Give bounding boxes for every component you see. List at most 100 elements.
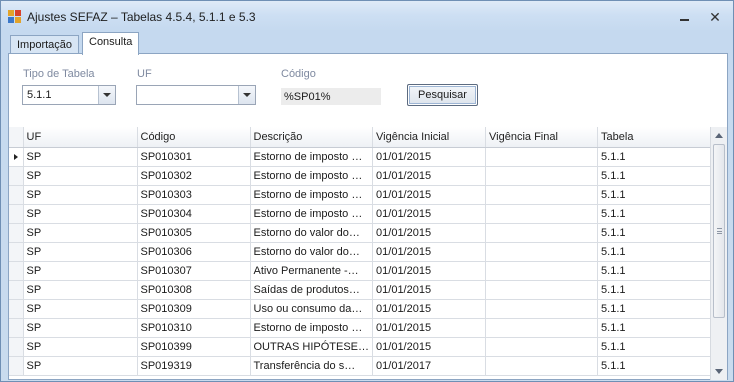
scroll-up-icon[interactable] (715, 133, 723, 138)
cell-tabela[interactable]: 5.1.1 (597, 337, 721, 357)
cell-tabela[interactable]: 5.1.1 (597, 356, 721, 376)
cell-codigo[interactable]: SP010306 (137, 242, 251, 262)
table-row[interactable]: SP SP010307 Ativo Permanente -… 01/01/2015 5… (9, 261, 721, 281)
title-bar[interactable]: Ajustes SEFAZ – Tabelas 4.5.4, 5.1.1 e 5… (1, 1, 733, 31)
row-selector[interactable] (9, 166, 24, 186)
row-selector[interactable] (9, 337, 24, 357)
scroll-thumb[interactable] (713, 144, 725, 318)
cell-tabela[interactable]: 5.1.1 (597, 185, 721, 205)
cell-vigencia-final[interactable] (485, 318, 599, 338)
cell-tabela[interactable]: 5.1.1 (597, 166, 721, 186)
uf-select[interactable] (136, 85, 256, 105)
column-header-vigencia-final[interactable]: Vigência Final (485, 127, 599, 148)
cell-tabela[interactable]: 5.1.1 (597, 280, 721, 300)
cell-vigencia-final[interactable] (485, 242, 599, 262)
row-selector[interactable] (9, 261, 24, 281)
cell-vigencia-inicial[interactable]: 01/01/2015 (372, 223, 487, 243)
cell-descricao[interactable]: Estorno de imposto … (250, 318, 374, 338)
table-row[interactable]: SP SP010306 Estorno do valor do… 01/01/2015… (9, 242, 721, 262)
cell-vigencia-final[interactable] (485, 166, 599, 186)
row-selector[interactable] (9, 318, 24, 338)
cell-uf[interactable]: SP (23, 356, 138, 376)
cell-codigo[interactable]: SP010309 (137, 299, 251, 319)
cell-codigo[interactable]: SP010308 (137, 280, 251, 300)
chevron-down-icon[interactable] (98, 86, 115, 104)
cell-vigencia-inicial[interactable]: 01/01/2015 (372, 280, 487, 300)
cell-vigencia-inicial[interactable]: 01/01/2015 (372, 299, 487, 319)
cell-vigencia-final[interactable] (485, 185, 599, 205)
cell-uf[interactable]: SP (23, 318, 138, 338)
cell-descricao[interactable]: Saídas de produtos… (250, 280, 374, 300)
table-row[interactable]: SP SP010304 Estorno de imposto … 01/01/2015… (9, 204, 721, 224)
cell-codigo[interactable]: SP010302 (137, 166, 251, 186)
cell-uf[interactable]: SP (23, 204, 138, 224)
tab-consulta[interactable]: Consulta (82, 32, 140, 55)
table-row[interactable]: SP SP010305 Estorno do valor do… 01/01/2015… (9, 223, 721, 243)
tab-importacao[interactable]: Importação (10, 35, 80, 54)
tipo-tabela-select[interactable]: 5.1.1 (22, 85, 116, 105)
cell-uf[interactable]: SP (23, 337, 138, 357)
row-selector[interactable] (9, 242, 24, 262)
cell-descricao[interactable]: Uso ou consumo da… (250, 299, 374, 319)
column-header-vigencia-inicial[interactable]: Vigência Inicial (372, 127, 487, 148)
row-selector[interactable] (9, 223, 24, 243)
table-row[interactable]: SP SP010310 Estorno de imposto … 01/01/2015… (9, 318, 721, 338)
table-row[interactable]: SP SP010309 Uso ou consumo da… 01/01/2015 5.… (9, 299, 721, 319)
cell-vigencia-final[interactable] (485, 261, 599, 281)
row-selector[interactable] (9, 185, 24, 205)
cell-uf[interactable]: SP (23, 242, 138, 262)
cell-tabela[interactable]: 5.1.1 (597, 299, 721, 319)
cell-vigencia-final[interactable] (485, 280, 599, 300)
table-row[interactable]: SP SP019319 Transferência do s… 01/01/2017 5… (9, 356, 721, 376)
cell-descricao[interactable]: Estorno de imposto … (250, 166, 374, 186)
column-header-codigo[interactable]: Código (137, 127, 251, 148)
row-selector[interactable] (9, 280, 24, 300)
row-selector[interactable] (9, 204, 24, 224)
minimize-icon[interactable] (676, 9, 694, 25)
cell-uf[interactable]: SP (23, 166, 138, 186)
cell-vigencia-inicial[interactable]: 01/01/2015 (372, 337, 487, 357)
cell-descricao[interactable]: Estorno do valor do… (250, 223, 374, 243)
row-selector[interactable] (9, 147, 24, 167)
cell-descricao[interactable]: Estorno de imposto … (250, 204, 374, 224)
column-header-tabela[interactable]: Tabela (597, 127, 721, 148)
cell-tabela[interactable]: 5.1.1 (597, 147, 721, 167)
cell-codigo[interactable]: SP010310 (137, 318, 251, 338)
cell-descricao[interactable]: Ativo Permanente -… (250, 261, 374, 281)
scroll-down-icon[interactable] (715, 369, 723, 374)
cell-vigencia-inicial[interactable]: 01/01/2015 (372, 185, 487, 205)
cell-vigencia-inicial[interactable]: 01/01/2015 (372, 242, 487, 262)
cell-vigencia-inicial[interactable]: 01/01/2015 (372, 318, 487, 338)
cell-tabela[interactable]: 5.1.1 (597, 242, 721, 262)
row-selector[interactable] (9, 356, 24, 376)
cell-descricao[interactable]: Transferência do s… (250, 356, 374, 376)
cell-vigencia-inicial[interactable]: 01/01/2015 (372, 204, 487, 224)
cell-codigo[interactable]: SP019319 (137, 356, 251, 376)
pesquisar-button[interactable]: Pesquisar (407, 84, 478, 106)
cell-tabela[interactable]: 5.1.1 (597, 223, 721, 243)
table-row[interactable]: SP SP010399 OUTRAS HIPÓTESE… 01/01/2015 5.1.… (9, 337, 721, 357)
cell-uf[interactable]: SP (23, 280, 138, 300)
results-grid[interactable]: UF Código Descrição Vigência Inicial Vigênci… (9, 127, 727, 380)
cell-codigo[interactable]: SP010305 (137, 223, 251, 243)
table-row[interactable]: SP SP010303 Estorno de imposto … 01/01/2015… (9, 185, 721, 205)
cell-vigencia-final[interactable] (485, 223, 599, 243)
column-header-uf[interactable]: UF (23, 127, 138, 148)
table-row[interactable]: SP SP010308 Saídas de produtos… 01/01/2015 5… (9, 280, 721, 300)
cell-codigo[interactable]: SP010301 (137, 147, 251, 167)
cell-uf[interactable]: SP (23, 299, 138, 319)
cell-codigo[interactable]: SP010304 (137, 204, 251, 224)
codigo-input[interactable] (281, 88, 381, 105)
cell-tabela[interactable]: 5.1.1 (597, 204, 721, 224)
table-row[interactable]: SP SP010301 Estorno de imposto … 01/01/2015… (9, 147, 721, 167)
cell-codigo[interactable]: SP010399 (137, 337, 251, 357)
cell-uf[interactable]: SP (23, 223, 138, 243)
cell-vigencia-final[interactable] (485, 356, 599, 376)
close-icon[interactable]: ✕ (706, 9, 724, 25)
column-header-descricao[interactable]: Descrição (250, 127, 374, 148)
cell-uf[interactable]: SP (23, 261, 138, 281)
cell-uf[interactable]: SP (23, 147, 138, 167)
cell-descricao[interactable]: Estorno do valor do… (250, 242, 374, 262)
chevron-down-icon[interactable] (238, 86, 255, 104)
cell-vigencia-final[interactable] (485, 299, 599, 319)
